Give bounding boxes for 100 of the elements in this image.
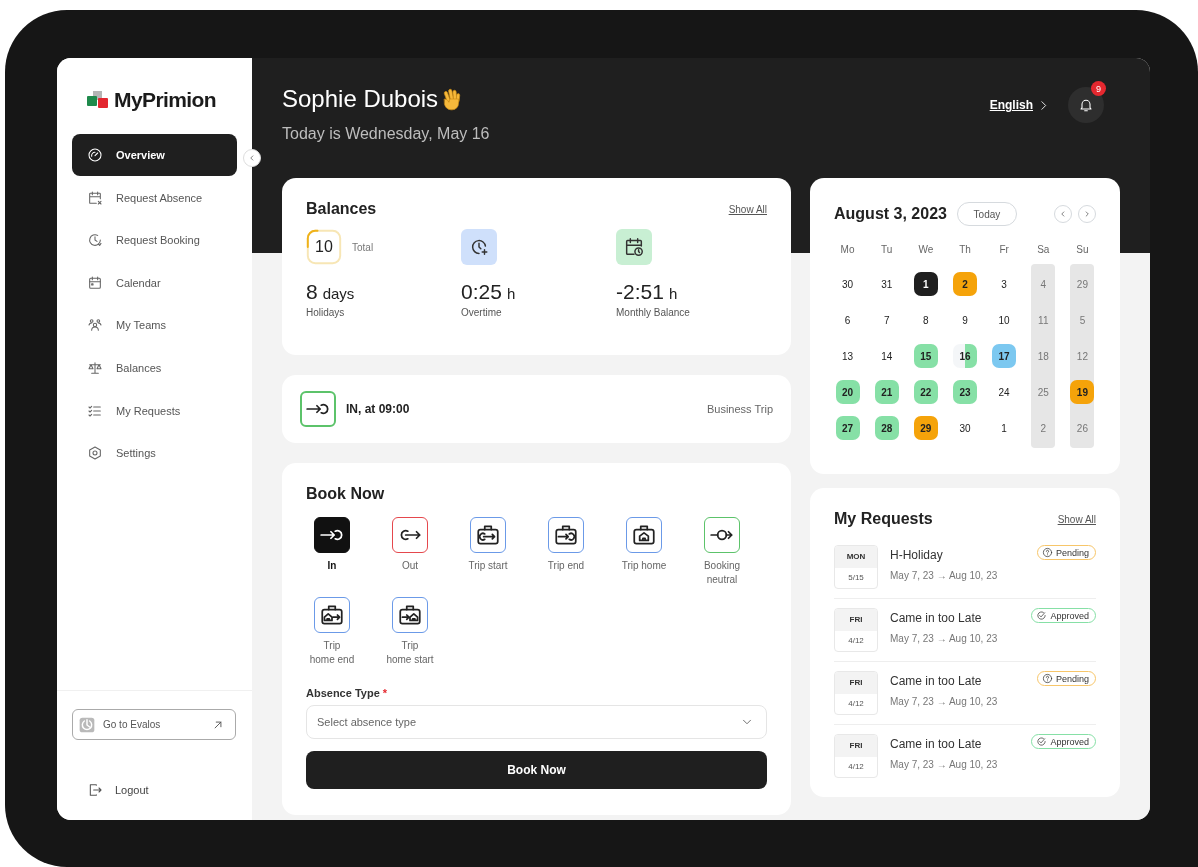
booking-type-option[interactable]: In xyxy=(293,517,371,587)
calendar-day[interactable]: 10 xyxy=(992,308,1017,332)
request-title: H-Holiday xyxy=(890,548,944,562)
field-label: Absence Type xyxy=(306,687,380,699)
date-range: May 7, 23 → Aug 10, 23 xyxy=(890,570,999,581)
calendar-day[interactable]: 21 xyxy=(874,380,899,404)
weekday-label: Sa xyxy=(1037,243,1050,257)
weekday-label: Tu xyxy=(881,243,893,257)
calendar-day[interactable]: 30 xyxy=(835,272,860,296)
request-row[interactable]: FRI 4/12 Came in too Late May 7, 23 → Aug 10, 23 Approved xyxy=(834,725,1096,787)
date: 4/12 xyxy=(847,761,865,773)
logout-icon xyxy=(87,782,103,798)
request-title: Came in too Late xyxy=(890,611,983,625)
calendar-day[interactable]: 22 xyxy=(913,380,938,404)
nav-item[interactable]: Request Absence xyxy=(72,176,237,219)
balance-value: 8 xyxy=(306,280,318,304)
user-name: Sophie Dubois xyxy=(282,85,439,113)
nav-item[interactable]: My Teams xyxy=(72,304,237,347)
calendar-day[interactable]: 19 xyxy=(1070,380,1095,404)
calendar-day[interactable]: 25 xyxy=(1031,380,1056,404)
request-row[interactable]: FRI 4/12 Came in too Late May 7, 23 → Aug 10, 23 Pending xyxy=(834,662,1096,725)
external-link-button[interactable]: Go to Evalos xyxy=(72,709,236,740)
book-now-button[interactable]: Book Now xyxy=(306,751,767,789)
app-logo-icon xyxy=(79,716,95,733)
nav-item[interactable]: Settings xyxy=(72,432,237,475)
balance-label: Overtime xyxy=(461,307,503,318)
card-title: My Requests xyxy=(834,510,933,528)
notifications-button[interactable] xyxy=(1068,87,1104,123)
logout-button[interactable]: Logout xyxy=(72,782,149,798)
booking-type-option[interactable]: Trip home xyxy=(605,517,683,587)
calendar-day[interactable]: 12 xyxy=(1070,344,1095,368)
booking-type-option[interactable]: Out xyxy=(371,517,449,587)
balance-label: Holidays xyxy=(306,307,346,318)
today-button[interactable]: Today xyxy=(956,202,1017,226)
calendar-day[interactable]: 24 xyxy=(992,380,1017,404)
date-range: May 7, 23 → Aug 10, 23 xyxy=(890,696,999,707)
weekday: FRI xyxy=(835,609,877,631)
nav-item[interactable]: Overview xyxy=(72,134,237,176)
calendar-day[interactable]: 14 xyxy=(874,344,899,368)
calendar-day[interactable]: 11 xyxy=(1031,308,1056,332)
calendar-day[interactable]: 29 xyxy=(913,416,938,440)
collapse-button[interactable] xyxy=(243,149,261,167)
weekday-label: Su xyxy=(1076,243,1089,257)
request-title: Came in too Late xyxy=(890,737,983,751)
calendar-day[interactable]: 26 xyxy=(1070,416,1095,440)
calendar-day[interactable]: 7 xyxy=(874,308,899,332)
calendar-day[interactable]: 31 xyxy=(874,272,899,296)
calendar-day[interactable]: 20 xyxy=(835,380,860,404)
show-all-link[interactable]: Show All xyxy=(728,203,767,215)
request-row[interactable]: MON 5/15 H-Holiday May 7, 23 → Aug 10, 23 Pending xyxy=(834,536,1096,599)
booking-type-option[interactable]: Booking neutral xyxy=(683,517,761,587)
nav-item[interactable]: Calendar xyxy=(72,261,237,304)
people-icon xyxy=(87,317,103,334)
date-range: May 7, 23 → Aug 10, 23 xyxy=(890,633,999,644)
date: 4/12 xyxy=(847,635,865,647)
total-count: 10 xyxy=(315,238,333,256)
absence-type-dropdown[interactable]: Select absence type xyxy=(306,705,767,739)
calendar-day[interactable]: 4 xyxy=(1031,272,1056,296)
calendar-day[interactable]: 13 xyxy=(835,344,860,368)
calendar-day[interactable]: 18 xyxy=(1031,344,1056,368)
balance-value: 0:25 xyxy=(461,280,502,304)
clock-plus-icon xyxy=(461,229,497,265)
calendar-date: August 3, 2023 xyxy=(834,205,947,223)
calendar-day[interactable]: 3 xyxy=(992,272,1017,296)
show-all-link[interactable]: Show All xyxy=(1057,513,1096,525)
calendar-day[interactable]: 29 xyxy=(1070,272,1095,296)
calendar-day[interactable]: 27 xyxy=(835,416,860,440)
calendar-day[interactable]: 23 xyxy=(953,380,977,404)
request-row[interactable]: FRI 4/12 Came in too Late May 7, 23 → Aug 10, 23 Approved xyxy=(834,599,1096,662)
nav-item[interactable]: Request Booking xyxy=(72,219,237,262)
calendar-day[interactable]: 6 xyxy=(835,308,860,332)
calendar-day[interactable]: 5 xyxy=(1070,308,1095,332)
calendar-day[interactable]: 1 xyxy=(992,416,1017,440)
card-title: Book Now xyxy=(306,485,385,503)
calendar-day[interactable]: 17 xyxy=(992,344,1017,368)
calendar-day[interactable]: 15 xyxy=(913,344,938,368)
balance-unit: h xyxy=(506,285,516,302)
booking-status: IN, at 09:00 xyxy=(346,402,410,416)
nav-item[interactable]: My Requests xyxy=(72,389,237,432)
calendar-day[interactable]: 2 xyxy=(1031,416,1056,440)
clock-icon xyxy=(87,232,103,249)
booking-type-option[interactable]: Trip start xyxy=(449,517,527,587)
calendar-day[interactable]: 1 xyxy=(913,272,938,296)
balance-value: -2:51 xyxy=(616,280,664,304)
date-subtitle: Today is Wednesday, May 16 xyxy=(282,125,490,143)
calendar-day[interactable]: 30 xyxy=(953,416,977,440)
booking-type-option[interactable]: Trip home start xyxy=(371,597,449,667)
booking-type-option[interactable]: Trip home end xyxy=(293,597,371,667)
calendar-day[interactable]: 2 xyxy=(953,272,977,296)
weekday: MON xyxy=(835,546,877,568)
scale-icon xyxy=(87,359,103,376)
nav-item[interactable]: Balances xyxy=(72,346,237,389)
balance-label: Monthly Balance xyxy=(616,307,691,318)
date: 5/15 xyxy=(847,572,865,584)
language-link[interactable]: English xyxy=(989,98,1050,112)
calendar-day[interactable]: 28 xyxy=(874,416,899,440)
calendar-day[interactable]: 8 xyxy=(913,308,938,332)
calendar-day[interactable]: 9 xyxy=(953,308,977,332)
weekday-label: Mo xyxy=(840,243,855,257)
booking-type-option[interactable]: Trip end xyxy=(527,517,605,587)
